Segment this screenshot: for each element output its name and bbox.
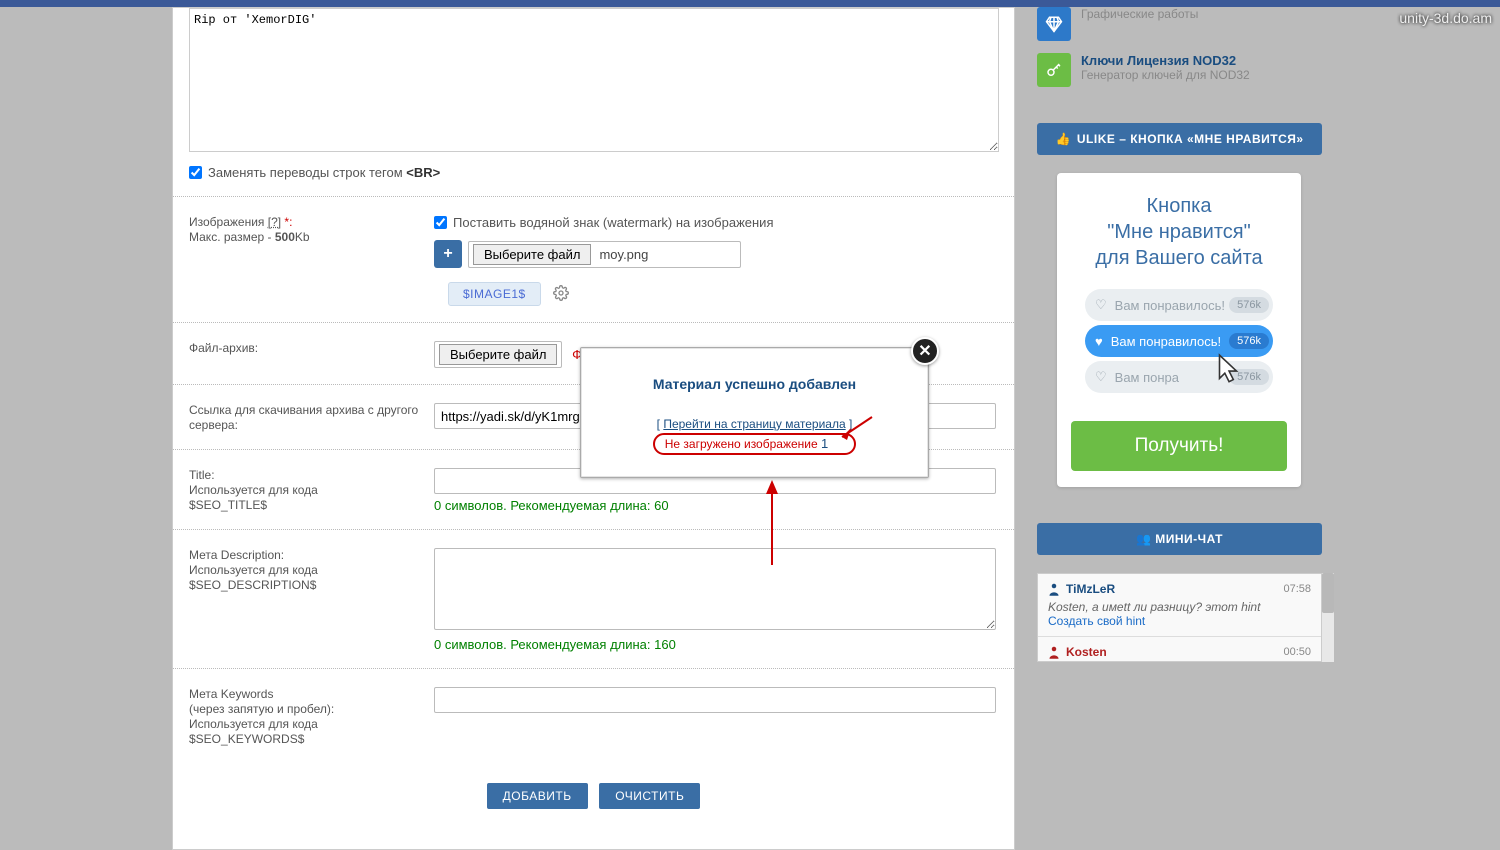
archive-label: Файл-архив: [189, 341, 434, 356]
required-star: *: [281, 215, 292, 229]
chat-username[interactable]: Kosten [1066, 645, 1107, 659]
images-label: Изображения [189, 215, 268, 229]
watermark-label: Поставить водяной знак (watermark) на из… [453, 215, 774, 230]
title-label: Title: [189, 468, 215, 482]
person-icon [1048, 582, 1060, 596]
modal-close-button[interactable]: ✕ [911, 337, 939, 365]
clear-button[interactable]: ОЧИСТИТЬ [599, 783, 700, 809]
seo-description-hint: 0 символов. Рекомендуемая длина: 160 [434, 637, 998, 652]
modal-error-text: Не загружено изображение [665, 437, 821, 451]
sidebar-item-sub: Генератор ключей для NOD32 [1081, 68, 1250, 82]
chat-username[interactable]: TiMzLeR [1066, 582, 1115, 596]
kw-label: Мета Keywords [189, 687, 273, 701]
modal-title: Материал успешно добавлен [601, 376, 908, 392]
chat-scrollbar[interactable] [1322, 573, 1334, 662]
chat-timestamp: 07:58 [1283, 583, 1311, 595]
minichat-box: TiMzLeR 07:58 Kosten, а имett ли разницу… [1037, 573, 1322, 662]
ulike-panel-header: 👍ULIKE – КНОПКА «МНЕ НРАВИТСЯ» [1037, 123, 1322, 155]
chat-message: TiMzLeR 07:58 Kosten, а имett ли разницу… [1038, 574, 1321, 636]
kw-label-var: $SEO_KEYWORDS$ [189, 732, 304, 746]
sidebar-item-nod32[interactable]: Ключи Лицензия NOD32 Генератор ключей дл… [1037, 53, 1322, 87]
heart-icon: ♥ [1095, 334, 1103, 349]
person-icon [1048, 645, 1060, 659]
sidebar-item-graphics[interactable]: Графические работы [1037, 7, 1322, 41]
seo-keywords-input[interactable] [434, 687, 996, 713]
chosen-file-name: moy.png [599, 247, 648, 262]
annotation-arrow-icon [762, 480, 782, 570]
people-icon: 👥 [1136, 532, 1151, 546]
seo-title-hint: 0 символов. Рекомендуемая длина: 60 [434, 498, 998, 513]
choose-file-button[interactable]: Выберите файл [473, 244, 591, 265]
like-pill-inactive: ♡ Вам понравилось! 576k [1085, 289, 1273, 321]
like-count: 576k [1229, 333, 1269, 349]
desc-label-usage: Используется для кода [189, 563, 318, 577]
key-icon [1037, 53, 1071, 87]
max-size-label: Макс. размер - [189, 230, 275, 244]
desc-label: Мета Description: [189, 548, 284, 562]
max-size-unit: Kb [295, 230, 310, 244]
content-textarea[interactable]: <span data-bind="form.textarea_value"></… [189, 8, 999, 152]
image-placeholder-pill[interactable]: $IMAGE1$ [448, 282, 541, 306]
thumbs-up-icon: 👍 [1055, 132, 1070, 146]
modal-error-number: 1 [821, 436, 828, 451]
title-label-var: $SEO_TITLE$ [189, 498, 267, 512]
chat-message: Kosten 00:50 [1038, 636, 1321, 661]
desc-label-var: $SEO_DESCRIPTION$ [189, 578, 316, 592]
archive-file-wrapper[interactable]: Выберите файл [434, 341, 562, 368]
file-input-wrapper[interactable]: Выберите файл moy.png [468, 241, 741, 268]
help-link[interactable]: [?] [268, 215, 281, 229]
site-watermark: unity-3d.do.am [1399, 10, 1492, 26]
chat-body: Kosten, а имett ли разницу? этот hint Со… [1048, 600, 1311, 628]
modal-goto-link[interactable]: Перейти на страницу материала [663, 417, 845, 431]
download-link-label: Ссылка для скачивания архива с другого с… [189, 403, 434, 433]
br-checkbox-label: Заменять переводы строк тегом <BR> [208, 165, 440, 180]
ulike-title: Кнопка "Мне нравится" для Вашего сайта [1071, 193, 1287, 271]
kw-label-format: (через запятую и пробел): [189, 702, 334, 716]
br-checkbox[interactable] [189, 166, 202, 179]
watermark-checkbox[interactable] [434, 216, 447, 229]
chat-link[interactable]: Создать свой hint [1048, 614, 1145, 628]
sidebar: Графические работы Ключи Лицензия NOD32 … [1037, 7, 1322, 662]
chat-timestamp: 00:50 [1283, 646, 1311, 658]
heart-icon: ♡ [1095, 297, 1107, 313]
cursor-icon [1211, 353, 1245, 387]
submit-button[interactable]: ДОБАВИТЬ [487, 783, 588, 809]
archive-choose-button[interactable]: Выберите файл [439, 344, 557, 365]
get-button[interactable]: Получить! [1071, 421, 1287, 471]
heart-icon: ♡ [1095, 369, 1107, 385]
gear-icon[interactable] [553, 285, 569, 304]
ulike-card: Кнопка "Мне нравится" для Вашего сайта ♡… [1057, 173, 1301, 487]
like-count: 576k [1229, 297, 1269, 313]
kw-label-usage: Используется для кода [189, 717, 318, 731]
minichat-panel-header: 👥 МИНИ-ЧАТ [1037, 523, 1322, 555]
seo-description-textarea[interactable] [434, 548, 996, 630]
sidebar-item-title: Ключи Лицензия NOD32 [1081, 53, 1250, 68]
annotation-arrow-icon [837, 412, 877, 442]
add-file-button[interactable]: + [434, 240, 462, 268]
max-size-value: 500 [275, 230, 295, 244]
title-label-usage: Используется для кода [189, 483, 318, 497]
sidebar-item-sub: Графические работы [1081, 7, 1198, 21]
top-bar [0, 0, 1500, 7]
diamond-icon [1037, 7, 1071, 41]
modal-error-highlight: Не загружено изображение 1 [653, 433, 856, 455]
